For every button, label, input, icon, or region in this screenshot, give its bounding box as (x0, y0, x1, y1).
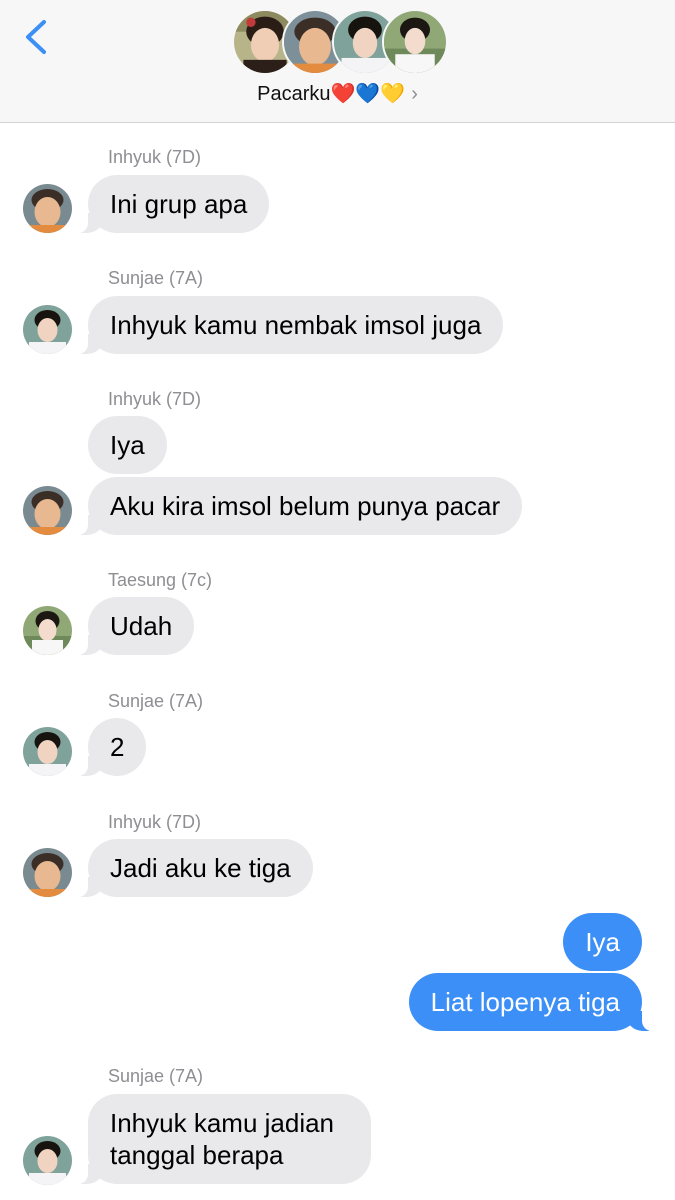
message-text: Inhyuk kamu jadian tanggal berapa (110, 1108, 335, 1170)
group-title[interactable]: Pacarku❤️💙💛 › (0, 80, 675, 108)
outgoing-message-bubble[interactable]: Iya (563, 913, 642, 971)
avatar-taesung[interactable] (23, 606, 72, 655)
message-bubble[interactable]: Inhyuk kamu nembak imsol juga (75, 296, 504, 354)
member-avatar-4 (382, 9, 448, 75)
message-text: Ini grup apa (110, 189, 248, 219)
message-bubble[interactable]: Ini grup apa (75, 175, 270, 233)
avatar-sunjae[interactable] (23, 1136, 72, 1185)
group-hearts: ❤️💙💛 (330, 83, 406, 105)
back-button[interactable] (14, 12, 58, 60)
sender-label: Inhyuk (7D) (108, 147, 202, 167)
message-bubble[interactable]: Udah (75, 597, 195, 655)
message-bubble[interactable]: Aku kira imsol belum punya pacar (75, 477, 523, 535)
avatar-inhyuk[interactable] (23, 184, 72, 233)
message-text: Jadi aku ke tiga (110, 853, 291, 883)
group-avatars[interactable] (232, 9, 448, 75)
message-text: Inhyuk kamu nembak imsol juga (110, 310, 482, 340)
chat-header: Pacarku❤️💙💛 › (0, 0, 675, 123)
message-bubble[interactable]: Iya (88, 416, 167, 474)
chevron-left-icon (26, 20, 46, 54)
outgoing-message-bubble[interactable]: Liat lopenya tiga (408, 973, 655, 1031)
message-bubble[interactable]: Jadi aku ke tiga (76, 839, 313, 897)
message-bubble[interactable]: 2 (75, 718, 147, 776)
sender-label: Inhyuk (7D) (108, 389, 202, 409)
chevron-right-icon: › (411, 83, 418, 105)
message-text: Liat lopenya tiga (430, 987, 620, 1017)
sender-label: Sunjae (7A) (108, 268, 204, 288)
avatar-sunjae[interactable] (23, 305, 72, 354)
message-text: Iya (110, 430, 145, 460)
sender-label: Sunjae (7A) (108, 1066, 204, 1086)
message-text: Aku kira imsol belum punya pacar (110, 491, 501, 521)
sender-label: Taesung (7c) (108, 570, 213, 590)
avatar-inhyuk[interactable] (23, 486, 72, 535)
sender-label: Sunjae (7A) (108, 691, 204, 711)
group-name: Pacarku (257, 83, 331, 105)
avatar-sunjae[interactable] (23, 727, 72, 776)
sender-label: Inhyuk (7D) (108, 812, 202, 832)
chat-screen: Pacarku❤️💙💛 › Inhyuk (7D) Ini grup apa Su… (0, 0, 675, 1200)
message-text: Udah (110, 611, 173, 641)
message-text: Iya (585, 927, 620, 957)
avatar-inhyuk[interactable] (23, 848, 72, 897)
message-text: 2 (110, 732, 125, 762)
message-bubble[interactable]: Inhyuk kamu jadian tanggal berapa (76, 1094, 371, 1184)
